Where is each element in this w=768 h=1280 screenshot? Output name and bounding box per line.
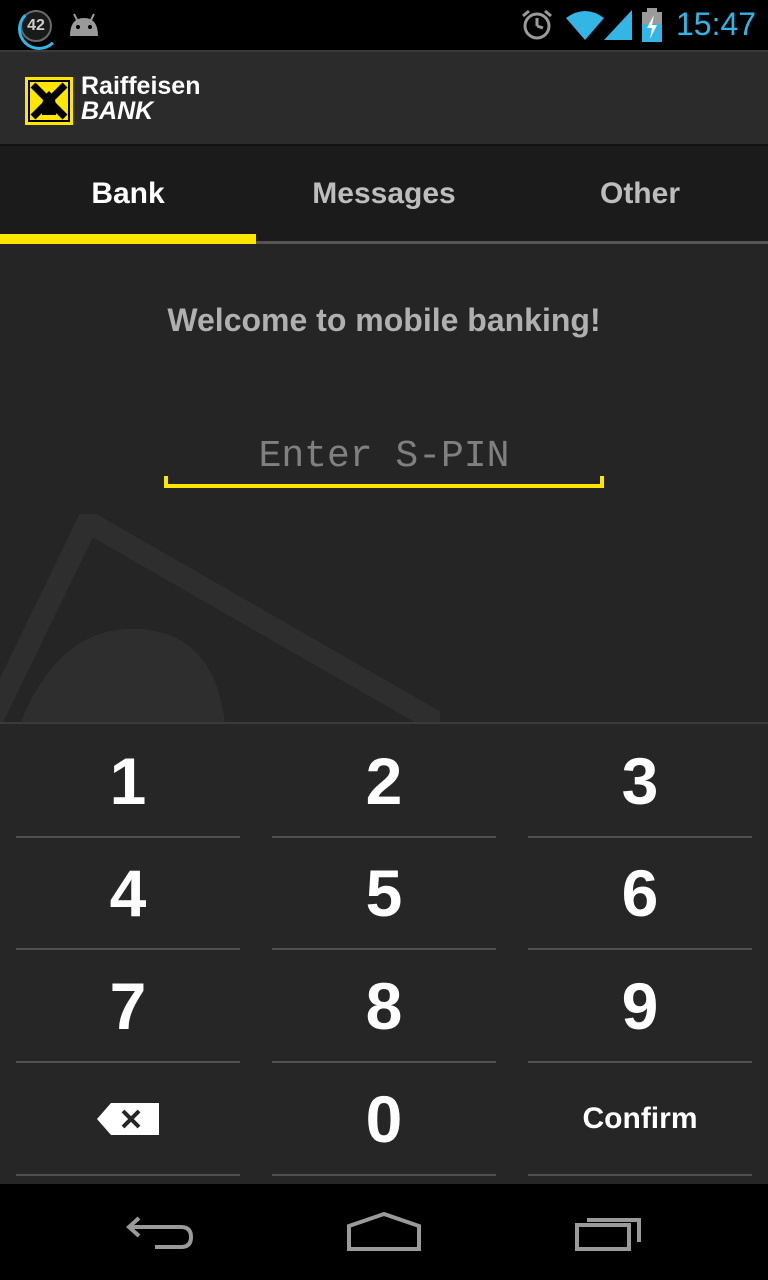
bank-logo-text: Raiffeisen BANK (81, 74, 200, 124)
key-label: 9 (621, 969, 659, 1043)
login-panel: Welcome to mobile banking! (0, 244, 768, 722)
back-button[interactable] (100, 1202, 220, 1262)
key-label: 1 (109, 744, 147, 818)
home-button[interactable] (324, 1202, 444, 1262)
pin-field-tick-right (600, 476, 604, 488)
battery-charging-icon (642, 8, 662, 42)
key-label: 6 (621, 856, 659, 930)
alarm-icon (522, 9, 552, 40)
tab-messages-label: Messages (312, 177, 456, 210)
signal-icon (604, 10, 632, 40)
tab-other-label: Other (599, 177, 680, 210)
android-icon (70, 13, 98, 36)
key-label: 4 (109, 856, 147, 930)
system-nav-bar (0, 1184, 768, 1280)
backspace-icon (97, 1103, 159, 1135)
status-bar: 42 15:47 (0, 0, 768, 50)
recent-apps-button[interactable] (550, 1202, 670, 1262)
logo-watermark-icon (0, 514, 440, 722)
key-5[interactable]: 5 (272, 838, 496, 950)
pin-field (164, 430, 604, 488)
key-7[interactable]: 7 (16, 951, 240, 1063)
key-3[interactable]: 3 (528, 726, 752, 838)
status-clock: 15:47 (676, 6, 757, 42)
tab-other[interactable]: Other (512, 146, 768, 246)
tab-bank[interactable]: Bank (0, 146, 256, 246)
key-label: 7 (109, 969, 147, 1043)
home-icon (347, 1212, 421, 1251)
recent-apps-icon (575, 1218, 641, 1251)
tab-bar: Bank Messages Other (0, 144, 768, 244)
confirm-button[interactable]: Confirm (528, 1064, 752, 1176)
key-label: 5 (365, 856, 403, 930)
key-label: 3 (621, 744, 659, 818)
notification-count-badge: 42 (18, 8, 60, 50)
key-8[interactable]: 8 (272, 951, 496, 1063)
s-pin-input[interactable] (164, 430, 604, 482)
logo-line-1: Raiffeisen (81, 72, 201, 100)
active-tab-indicator (0, 234, 256, 244)
numeric-keypad: 1 2 3 4 5 6 7 8 9 0 Confirm (0, 722, 768, 1184)
back-icon (126, 1216, 194, 1249)
tab-bank-label: Bank (91, 177, 165, 210)
key-4[interactable]: 4 (16, 838, 240, 950)
key-9[interactable]: 9 (528, 951, 752, 1063)
wifi-icon (566, 11, 604, 40)
raiffeisen-logo-icon (25, 77, 73, 125)
key-label: 2 (365, 744, 403, 818)
key-label: 8 (365, 969, 403, 1043)
pin-field-tick-left (164, 476, 168, 488)
backspace-button[interactable] (16, 1064, 240, 1176)
key-0[interactable]: 0 (272, 1064, 496, 1176)
confirm-label: Confirm (582, 1102, 698, 1135)
key-6[interactable]: 6 (528, 838, 752, 950)
logo-line-2: BANK (81, 97, 154, 125)
app-bar: Raiffeisen BANK (0, 50, 768, 144)
key-2[interactable]: 2 (272, 726, 496, 838)
key-label: 0 (365, 1082, 403, 1156)
notification-count: 42 (27, 17, 45, 34)
tab-messages[interactable]: Messages (256, 146, 512, 246)
key-1[interactable]: 1 (16, 726, 240, 838)
pin-field-underline (164, 484, 604, 488)
welcome-message: Welcome to mobile banking! (167, 302, 601, 338)
